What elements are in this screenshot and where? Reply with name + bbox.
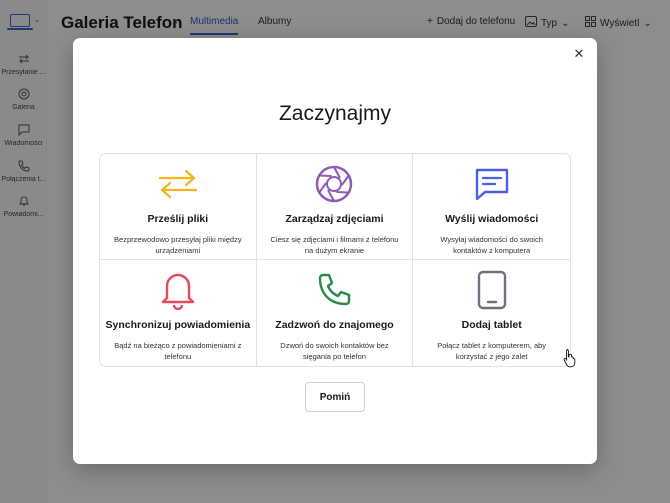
- aperture-icon: [312, 162, 356, 206]
- card-title: Synchronizuj powiadomienia: [105, 319, 251, 331]
- card-manage-photos[interactable]: Zarządzaj zdjęciami Ciesz się zdjęciami …: [256, 154, 414, 260]
- card-title: Zadzwoń do znajomego: [275, 319, 394, 331]
- card-description: Bądź na bieżąco z powiadomieniami z tele…: [114, 341, 242, 361]
- card-title: Prześlij pliki: [147, 213, 209, 225]
- card-description: Dzwoń do swoich kontaktów bez sięgania p…: [280, 341, 389, 361]
- card-description: Połącz tablet z komputerem, aby korzysta…: [437, 341, 547, 361]
- bell-icon: [156, 268, 200, 312]
- card-transfer-files[interactable]: Prześlij pliki Bezprzewodowo przesyłaj p…: [100, 154, 257, 260]
- phone-icon: [312, 268, 356, 312]
- getting-started-dialog: ✕ Zaczynajmy Prześlij pliki Bezprzewodow…: [73, 38, 597, 464]
- card-title: Wyślij wiadomości: [445, 213, 539, 225]
- card-sync-notifications[interactable]: Synchronizuj powiadomienia Bądź na bieżą…: [100, 260, 257, 366]
- transfer-arrows-icon: [156, 162, 200, 206]
- hand-cursor-icon: [563, 349, 576, 368]
- close-icon[interactable]: ✕: [569, 44, 589, 64]
- card-call-friend[interactable]: Zadzwoń do znajomego Dzwoń do swoich kon…: [256, 260, 414, 366]
- chat-bubble-icon: [470, 162, 514, 206]
- tablet-icon: [470, 268, 514, 312]
- card-title: Zarządzaj zdjęciami: [285, 213, 384, 225]
- card-add-tablet[interactable]: Dodaj tablet Połącz tablet z komputerem,…: [413, 260, 570, 366]
- card-send-messages[interactable]: Wyślij wiadomości Wysyłaj wiadomości do …: [413, 154, 570, 260]
- feature-grid: Prześlij pliki Bezprzewodowo przesyłaj p…: [99, 153, 571, 367]
- dialog-title: Zaczynajmy: [278, 102, 392, 125]
- skip-button[interactable]: Pomiń: [305, 382, 365, 412]
- card-title: Dodaj tablet: [461, 319, 522, 331]
- card-description: Wysyłaj wiadomości do swoich kontaktów z…: [440, 235, 543, 255]
- card-description: Bezprzewodowo przesyłaj pliki między urz…: [114, 235, 242, 255]
- card-description: Ciesz się zdjęciami i filmami z telefonu…: [270, 235, 399, 255]
